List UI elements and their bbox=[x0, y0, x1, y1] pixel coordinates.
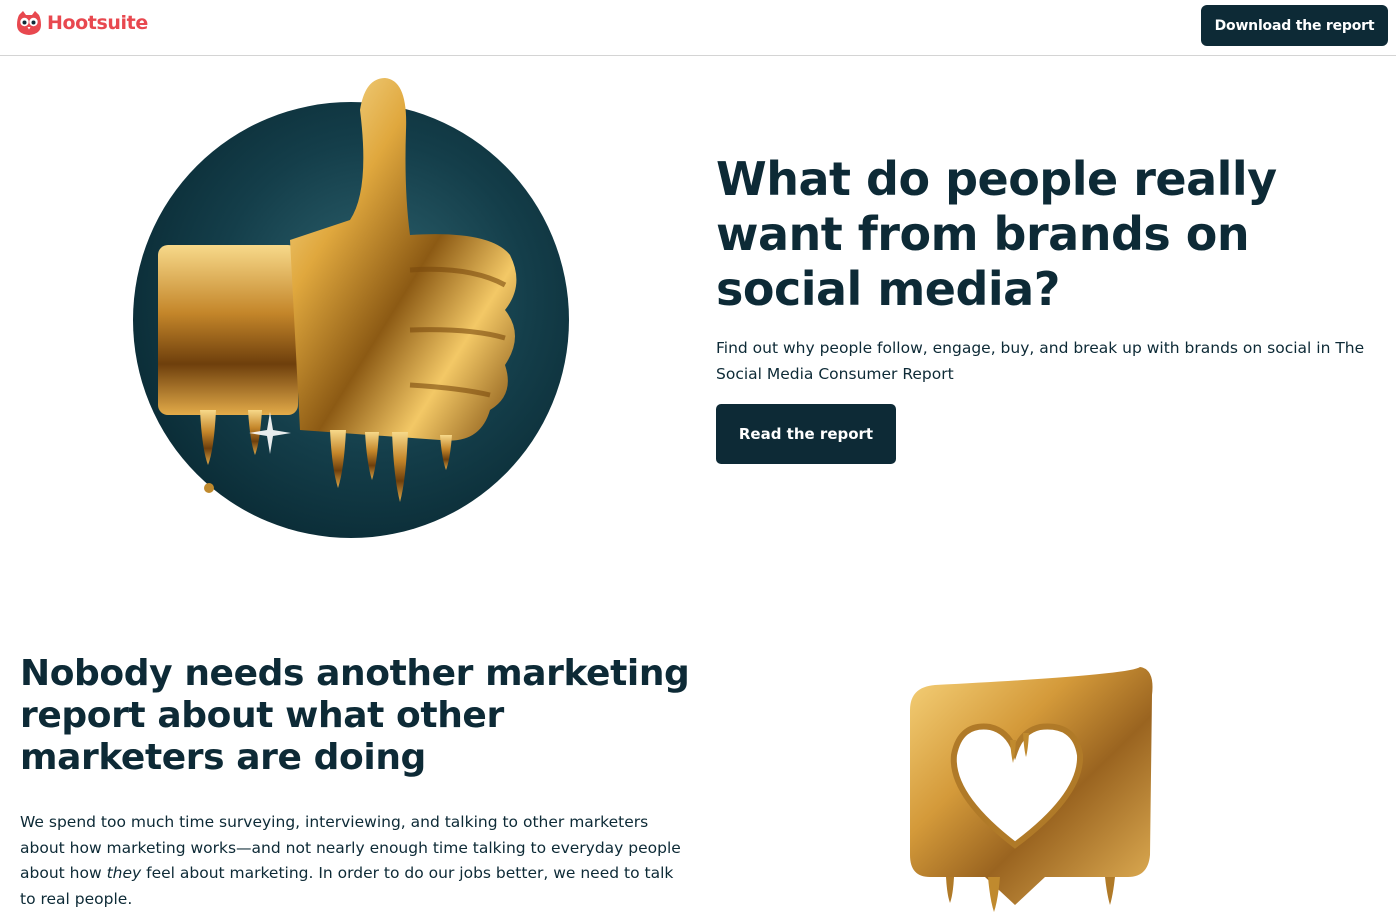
section-body: We spend too much time surveying, interv… bbox=[20, 810, 688, 912]
section-title: Nobody needs another marketing report ab… bbox=[20, 653, 690, 778]
gold-heart-bubble-image bbox=[910, 667, 1153, 912]
owl-logo-icon bbox=[17, 11, 41, 35]
hootsuite-logo[interactable]: Hootsuite bbox=[15, 9, 148, 37]
hero-subtitle: Find out why people follow, engage, buy,… bbox=[716, 339, 1365, 383]
site-header: Hootsuite Download the report bbox=[0, 0, 1396, 56]
brand-name: Hootsuite bbox=[47, 12, 148, 34]
download-report-button[interactable]: Download the report bbox=[1201, 5, 1388, 46]
read-report-button[interactable]: Read the report bbox=[716, 404, 896, 464]
hero-content: What do people really want from brands o… bbox=[716, 152, 1376, 464]
gold-thumbs-up-image bbox=[133, 78, 569, 538]
hero-title: What do people really want from brands o… bbox=[716, 152, 1277, 316]
section-body-emphasis: they bbox=[106, 864, 142, 882]
